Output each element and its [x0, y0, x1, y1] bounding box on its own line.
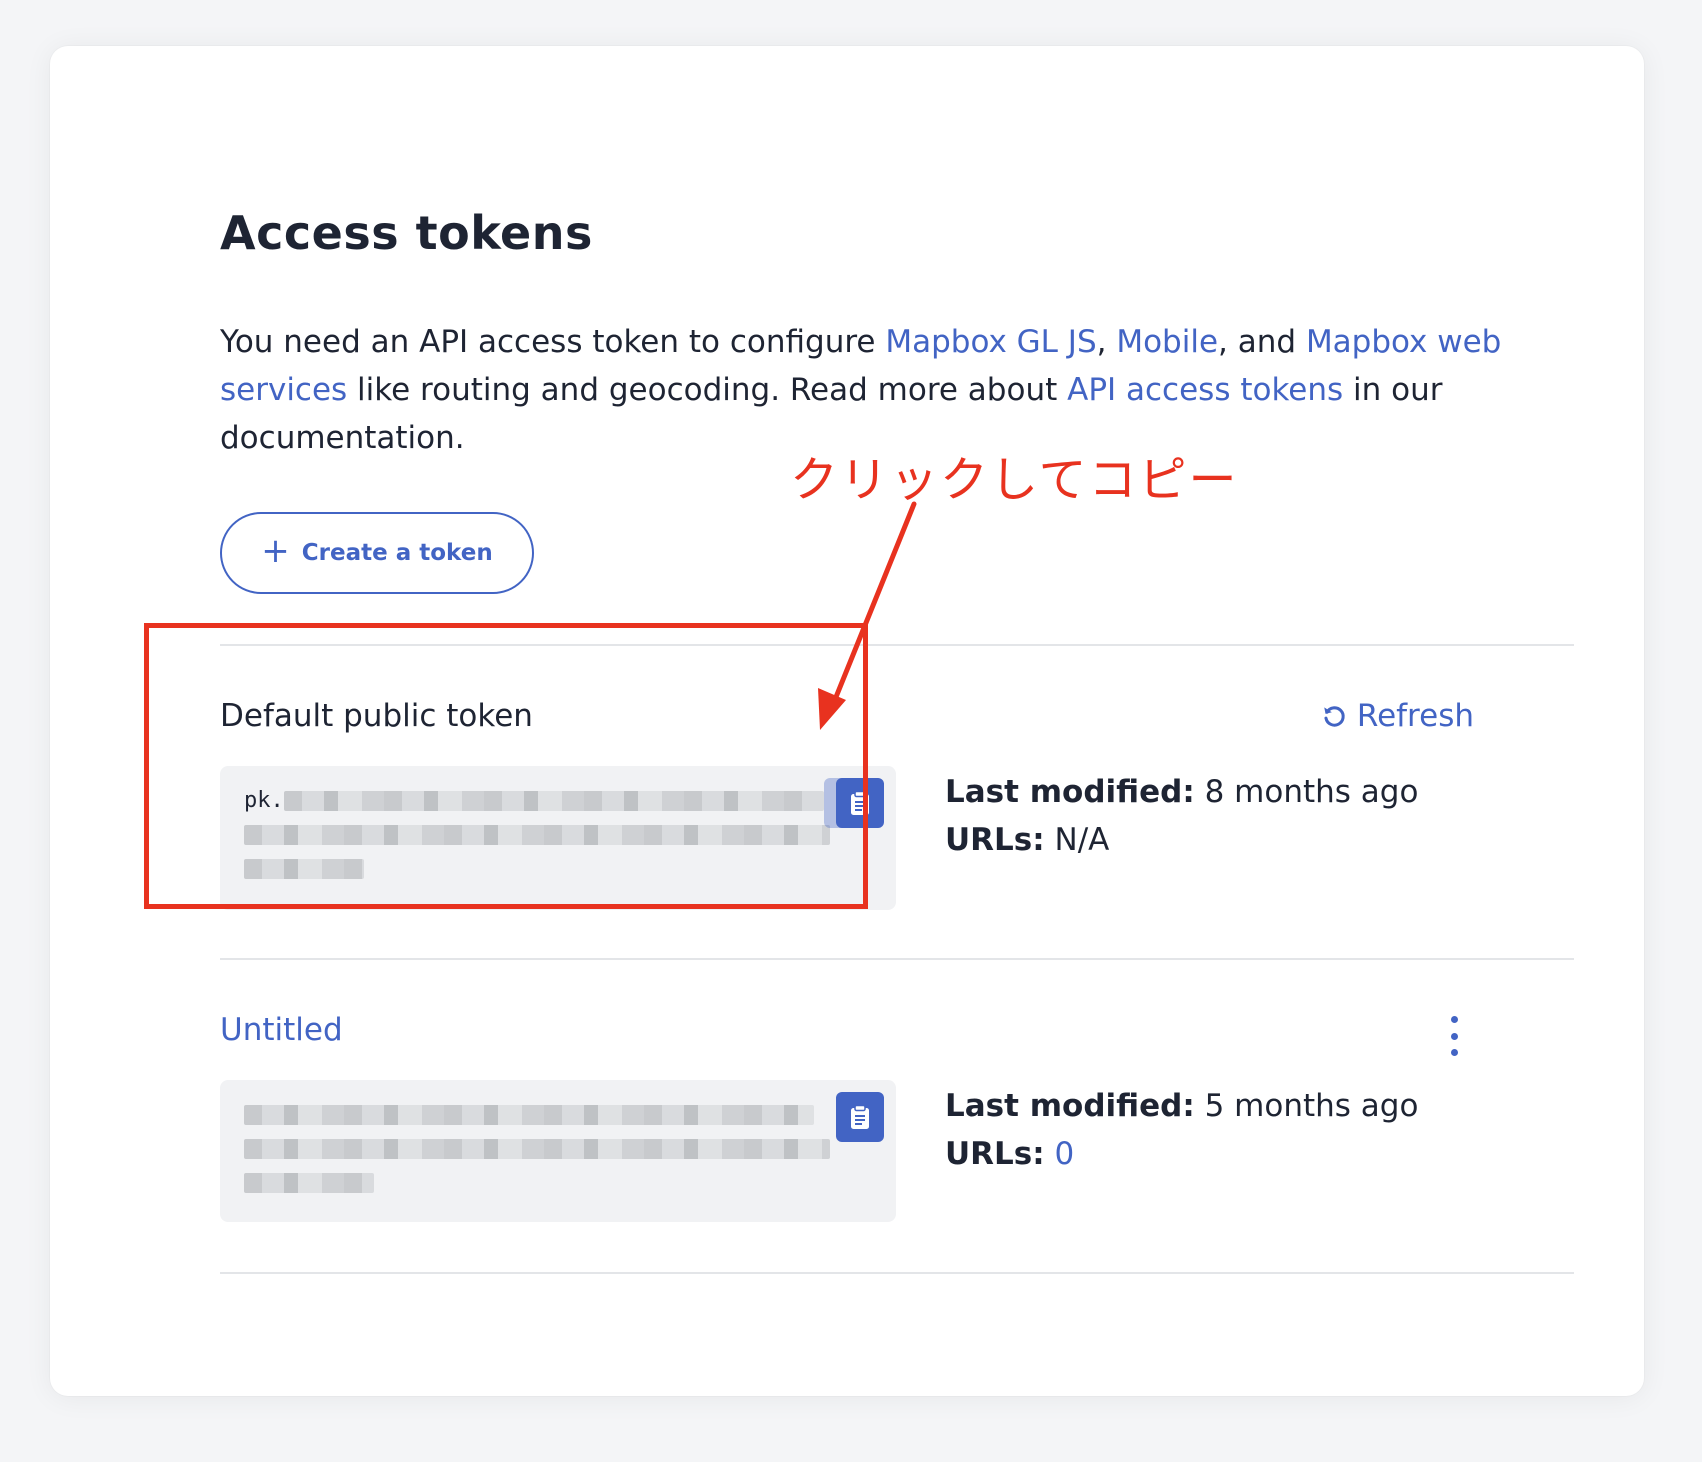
annotation-highlight-box: [144, 623, 868, 909]
refresh-button[interactable]: Refresh: [1321, 698, 1474, 734]
last-modified-default: Last modified: 8 months ago: [945, 768, 1418, 816]
redacted-token-line: [244, 1139, 830, 1159]
urls-label: URLs:: [945, 822, 1045, 858]
refresh-icon: [1324, 706, 1345, 727]
divider-middle: [220, 958, 1574, 960]
last-modified-value: 8 months ago: [1204, 774, 1419, 810]
clipboard-icon: [851, 1104, 869, 1129]
last-modified-label: Last modified:: [945, 774, 1195, 810]
token-meta-untitled: Last modified: 5 months ago URLs: 0: [945, 1082, 1418, 1178]
last-modified-label: Last modified:: [945, 1088, 1195, 1124]
annotation-text: クリックしてコピー: [790, 452, 1239, 508]
desc-text-3: , and: [1218, 324, 1306, 360]
redacted-token-line: [244, 1105, 814, 1125]
link-mapbox-gl-js[interactable]: Mapbox GL JS: [885, 324, 1096, 360]
desc-text-2: ,: [1096, 324, 1117, 360]
kebab-menu-icon[interactable]: [1442, 1016, 1466, 1056]
desc-text-1: You need an API access token to configur…: [220, 324, 886, 360]
refresh-label: Refresh: [1356, 698, 1474, 734]
last-modified-untitled: Last modified: 5 months ago: [945, 1082, 1418, 1130]
urls-untitled: URLs: 0: [945, 1130, 1418, 1178]
copy-token-button-untitled[interactable]: [836, 1092, 884, 1142]
divider-bottom: [220, 1272, 1574, 1274]
urls-label: URLs:: [945, 1136, 1045, 1172]
kebab-dot: [1450, 1032, 1458, 1040]
link-api-access-tokens[interactable]: API access tokens: [1067, 372, 1343, 408]
token-name-untitled[interactable]: Untitled: [220, 1012, 343, 1048]
urls-default: URLs: N/A: [945, 816, 1418, 864]
token-value-box-untitled[interactable]: [220, 1080, 896, 1222]
create-token-label: Create a token: [301, 540, 493, 566]
token-value-untitled: [244, 1098, 830, 1200]
page-title: Access tokens: [220, 206, 593, 260]
create-token-button[interactable]: + Create a token: [220, 512, 534, 594]
kebab-dot: [1450, 1049, 1458, 1056]
urls-value: N/A: [1054, 822, 1110, 858]
plus-icon: +: [261, 531, 290, 571]
desc-text-4: like routing and geocoding. Read more ab…: [347, 372, 1068, 408]
redacted-token-line: [244, 1173, 374, 1193]
token-meta-default: Last modified: 8 months ago URLs: N/A: [945, 768, 1418, 864]
urls-value-link[interactable]: 0: [1055, 1136, 1075, 1172]
link-mobile[interactable]: Mobile: [1116, 324, 1218, 360]
kebab-dot: [1450, 1016, 1458, 1023]
last-modified-value: 5 months ago: [1204, 1088, 1419, 1124]
